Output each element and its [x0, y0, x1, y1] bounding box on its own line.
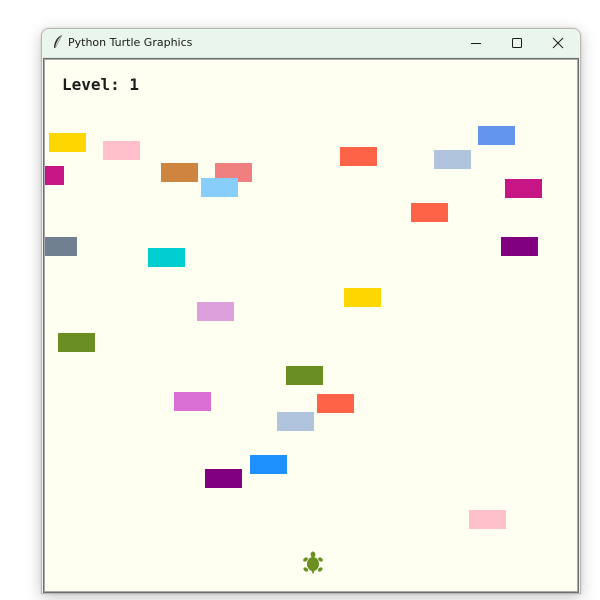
car — [344, 288, 381, 307]
feather-icon — [54, 34, 63, 49]
car — [317, 394, 354, 413]
car — [340, 147, 377, 166]
car — [434, 150, 471, 169]
car — [44, 166, 64, 185]
maximize-button[interactable] — [497, 29, 537, 57]
close-button[interactable] — [538, 29, 578, 57]
car — [148, 248, 185, 267]
minimize-icon — [471, 43, 481, 44]
car — [201, 178, 238, 197]
game-canvas[interactable]: Level: 1 — [43, 58, 579, 593]
close-icon — [552, 37, 564, 49]
car — [161, 163, 198, 182]
car — [103, 141, 140, 160]
level-indicator: Level: 1 — [62, 75, 140, 94]
car — [501, 237, 538, 256]
window-title: Python Turtle Graphics — [68, 36, 193, 49]
car — [44, 237, 77, 256]
title-bar[interactable]: Python Turtle Graphics — [42, 29, 580, 58]
car — [411, 203, 448, 222]
car — [58, 333, 95, 352]
turtle-player-icon — [303, 551, 323, 575]
car — [250, 455, 287, 474]
turtle-shape — [303, 551, 323, 575]
car — [197, 302, 234, 321]
car — [478, 126, 515, 145]
car — [277, 412, 314, 431]
car — [174, 392, 211, 411]
car — [505, 179, 542, 198]
car — [469, 510, 506, 529]
maximize-icon — [512, 38, 522, 48]
car — [286, 366, 323, 385]
car — [49, 133, 86, 152]
minimize-button[interactable] — [456, 29, 496, 57]
turtle-graphics-window: Python Turtle Graphics Level: 1 — [41, 28, 581, 594]
car — [205, 469, 242, 488]
